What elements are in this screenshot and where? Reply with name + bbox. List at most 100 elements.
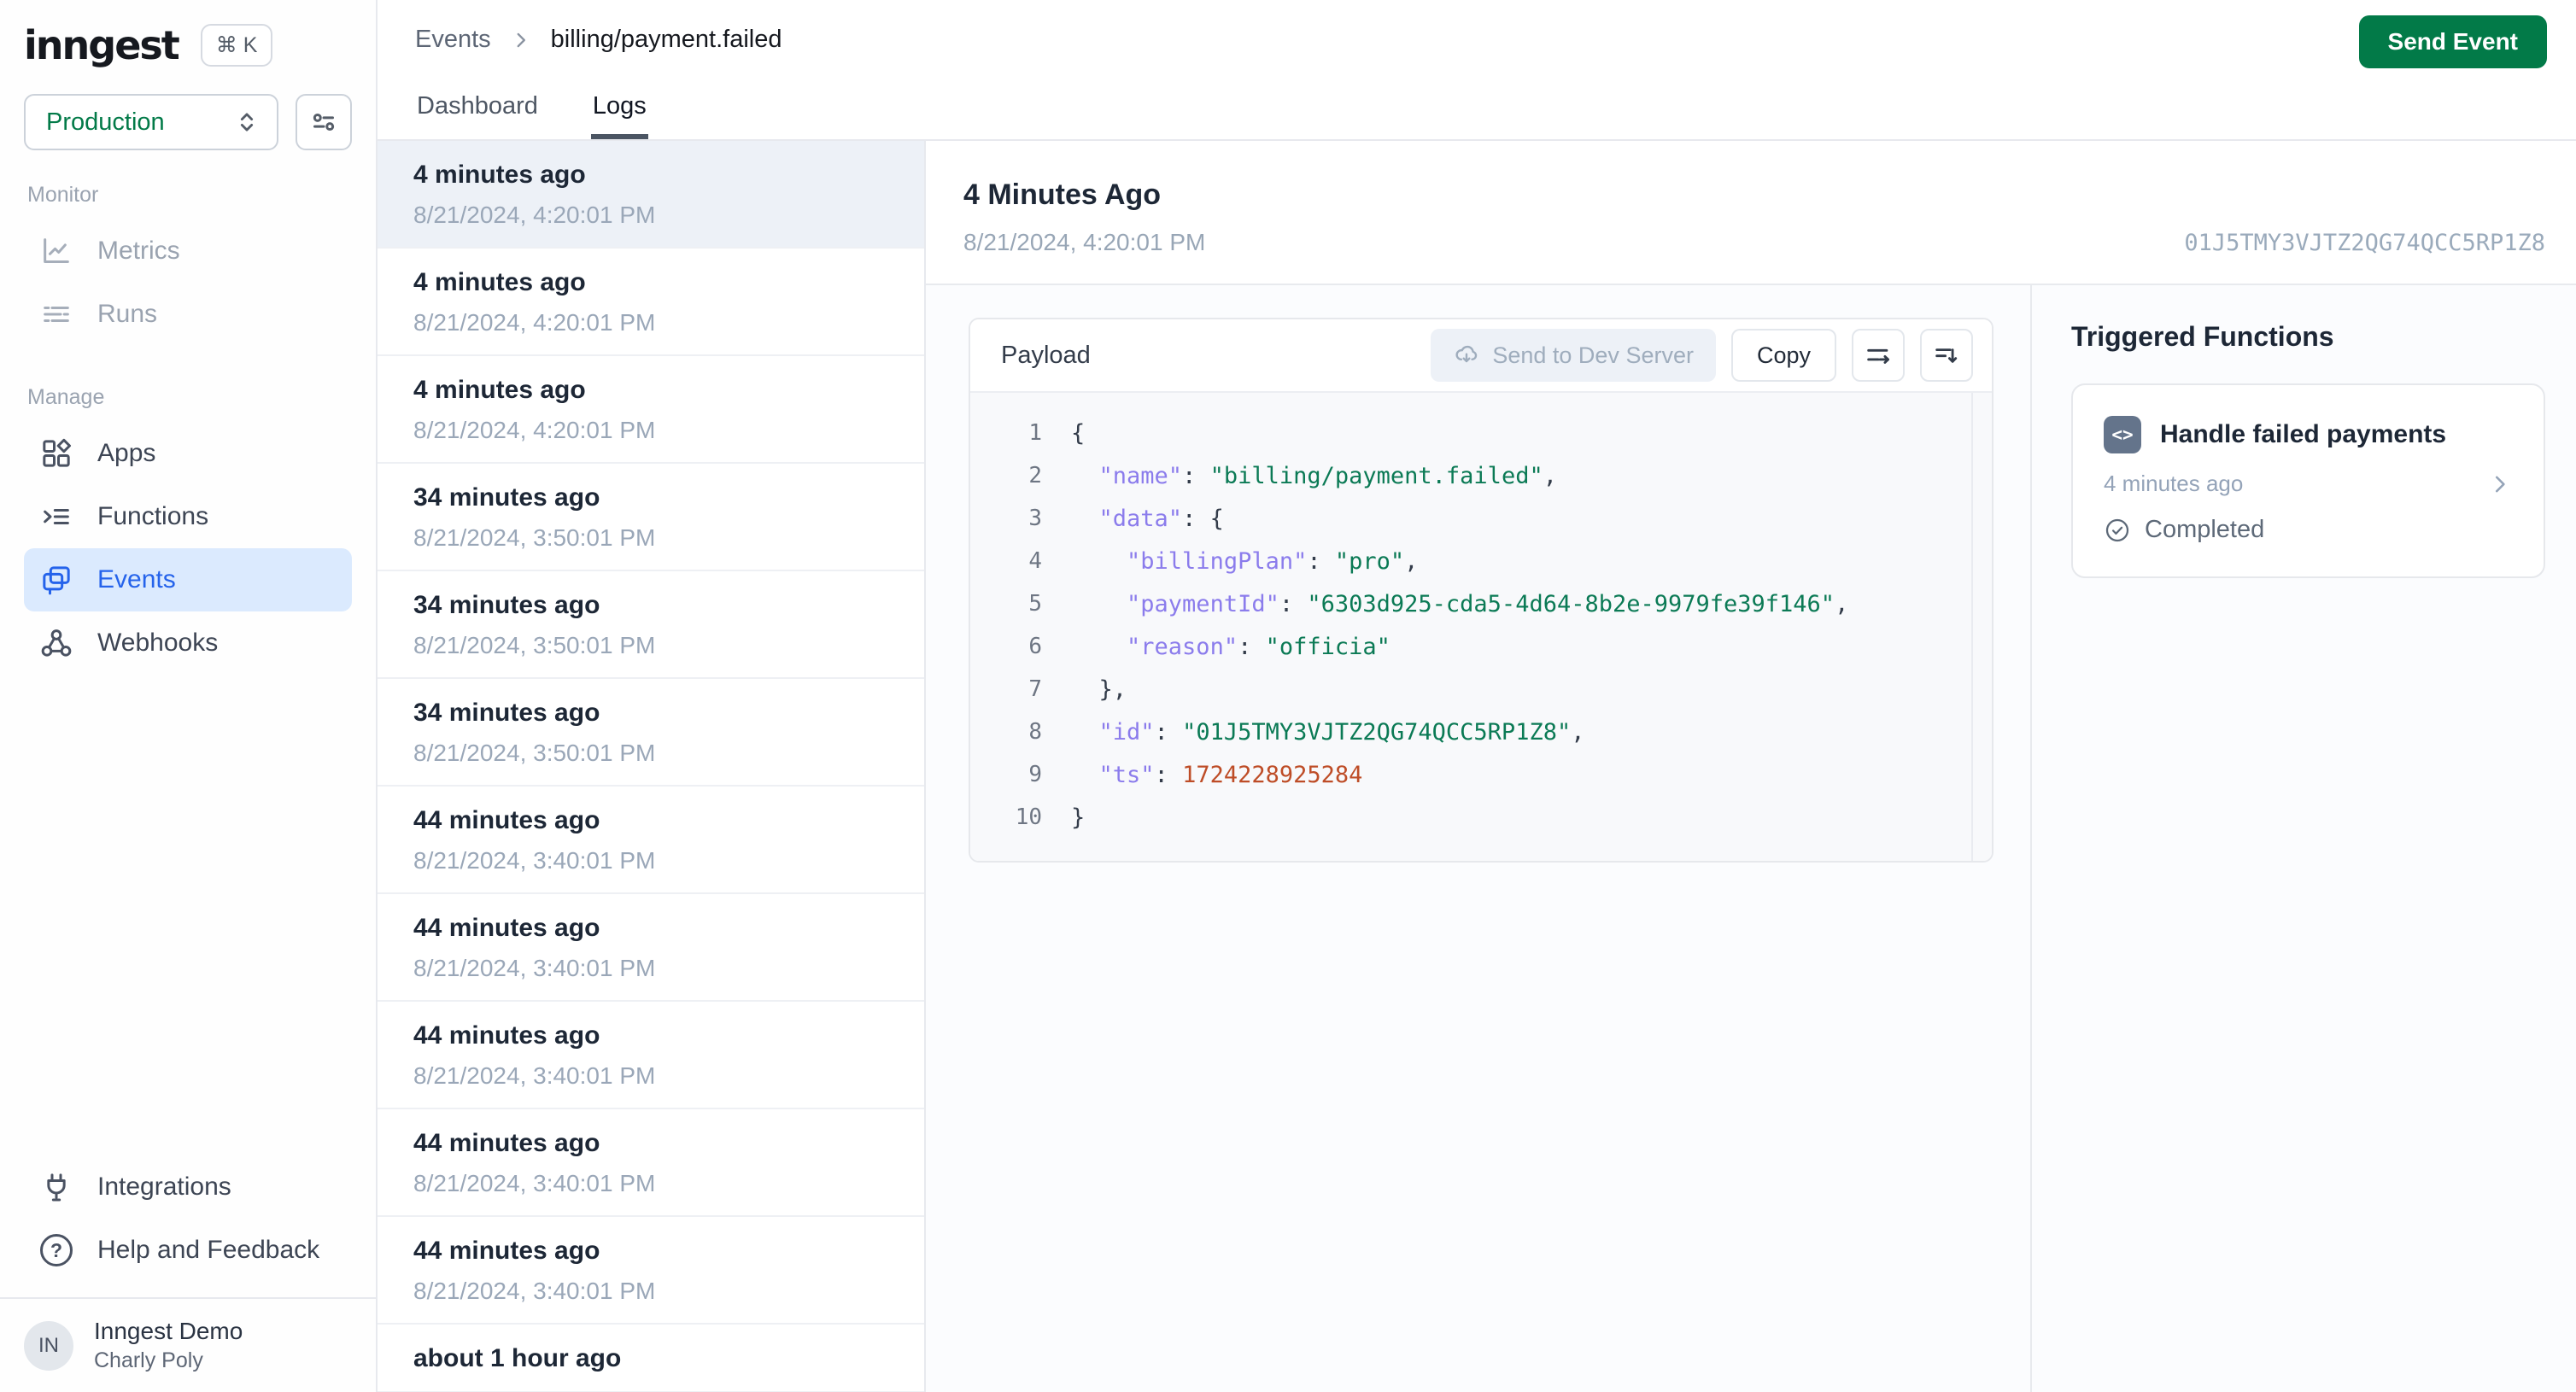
code-line: 2 "name": "billing/payment.failed", bbox=[970, 454, 1992, 497]
code-line: 7 }, bbox=[970, 668, 1992, 711]
event-list-item[interactable]: 44 minutes ago 8/21/2024, 3:40:01 PM bbox=[378, 1217, 924, 1325]
event-item-title: 34 minutes ago bbox=[413, 483, 600, 512]
event-list-item[interactable]: 34 minutes ago 8/21/2024, 3:50:01 PM bbox=[378, 571, 924, 679]
chevron-right-icon bbox=[2487, 471, 2513, 497]
sidebar-section-monitor: Monitor Metrics Runs bbox=[24, 183, 352, 346]
line-number: 3 bbox=[1028, 506, 1042, 531]
function-status-row: Completed bbox=[2104, 516, 2513, 544]
event-item-timestamp: 8/21/2024, 4:20:01 PM bbox=[413, 417, 656, 443]
code-line: 10} bbox=[970, 796, 1992, 839]
triggered-function-card[interactable]: <> Handle failed payments 4 minutes ago Com… bbox=[2071, 383, 2545, 578]
event-list-item[interactable]: 34 minutes ago 8/21/2024, 3:50:01 PM bbox=[378, 464, 924, 571]
triggered-functions-title: Triggered Functions bbox=[2071, 321, 2334, 352]
code-content: "ts": 1724228925284 bbox=[1098, 761, 1363, 788]
word-wrap-button[interactable] bbox=[1852, 329, 1905, 382]
event-item-timestamp: 8/21/2024, 3:40:01 PM bbox=[413, 1062, 656, 1089]
user-subtitle: Charly Poly bbox=[94, 1348, 203, 1372]
expand-payload-button[interactable] bbox=[1920, 329, 1973, 382]
webhooks-icon bbox=[39, 626, 73, 660]
send-event-button[interactable]: Send Event bbox=[2358, 15, 2547, 68]
avatar: IN bbox=[24, 1320, 73, 1371]
line-number: 2 bbox=[1028, 463, 1042, 488]
breadcrumb: Events billing/payment.failed bbox=[415, 26, 2576, 54]
expand-down-icon bbox=[1932, 341, 1961, 370]
event-item-title: 4 minutes ago bbox=[413, 268, 586, 296]
sidebar-item-label: Runs bbox=[97, 300, 158, 328]
function-run-time: 4 minutes ago bbox=[2104, 471, 2244, 496]
code-content: } bbox=[1071, 804, 1086, 831]
event-list-item[interactable]: 4 minutes ago 8/21/2024, 4:20:01 PM bbox=[378, 141, 924, 249]
line-number: 6 bbox=[1028, 634, 1042, 659]
command-k-shortcut-badge[interactable]: ⌘ K bbox=[200, 24, 273, 67]
event-detail-pane: 4 Minutes Ago 8/21/2024, 4:20:01 PM 01J5… bbox=[926, 141, 2576, 1392]
event-item-timestamp: 8/21/2024, 4:20:01 PM bbox=[413, 202, 656, 228]
event-list-item[interactable]: 44 minutes ago 8/21/2024, 3:40:01 PM bbox=[378, 1109, 924, 1217]
sidebar-item-label: Integrations bbox=[97, 1173, 231, 1201]
sidebar-item-label: Apps bbox=[97, 439, 156, 467]
function-name: Handle failed payments bbox=[2160, 420, 2447, 448]
sidebar-item-webhooks[interactable]: Webhooks bbox=[24, 611, 352, 675]
send-to-dev-server-button[interactable]: Send to Dev Server bbox=[1431, 329, 1716, 382]
sidebar-item-events[interactable]: Events bbox=[24, 548, 352, 611]
event-list-item[interactable]: 44 minutes ago 8/21/2024, 3:40:01 PM bbox=[378, 894, 924, 1002]
sidebar-item-integrations[interactable]: Integrations bbox=[24, 1155, 352, 1219]
events-icon bbox=[39, 563, 73, 597]
environment-settings-button[interactable] bbox=[296, 94, 352, 150]
sidebar-footer: Integrations ? Help and Feedback bbox=[0, 1155, 376, 1297]
breadcrumb-events-link[interactable]: Events bbox=[415, 26, 491, 54]
sidebar: inngest ⌘ K Production Monitor Metrics Run… bbox=[0, 0, 378, 1392]
sidebar-section-label: Manage bbox=[27, 385, 105, 409]
event-list-item[interactable]: about 1 hour ago bbox=[378, 1325, 924, 1392]
event-item-title: about 1 hour ago bbox=[413, 1344, 622, 1372]
event-item-timestamp: 8/21/2024, 3:40:01 PM bbox=[413, 1170, 656, 1196]
code-content: }, bbox=[1071, 676, 1127, 703]
line-number: 4 bbox=[1028, 548, 1042, 574]
triggered-functions-column: Triggered Functions <> Handle failed paym… bbox=[2032, 285, 2576, 1392]
line-number: 5 bbox=[1028, 591, 1042, 617]
event-item-timestamp: 8/21/2024, 3:50:01 PM bbox=[413, 632, 656, 658]
event-item-timestamp: 8/21/2024, 3:40:01 PM bbox=[413, 955, 656, 981]
breadcrumb-event-name: billing/payment.failed bbox=[550, 26, 782, 53]
environment-select-value: Production bbox=[46, 108, 165, 136]
sidebar-item-label: Metrics bbox=[97, 237, 180, 265]
line-number: 8 bbox=[1028, 719, 1042, 745]
sidebar-item-apps[interactable]: Apps bbox=[24, 422, 352, 485]
cloud-download-icon bbox=[1453, 342, 1480, 369]
sidebar-item-runs[interactable]: Runs bbox=[24, 283, 352, 346]
event-list-item[interactable]: 4 minutes ago 8/21/2024, 4:20:01 PM bbox=[378, 356, 924, 464]
event-occurrence-list: 4 minutes ago 8/21/2024, 4:20:01 PM 4 minu… bbox=[378, 141, 926, 1392]
user-menu[interactable]: IN Inngest Demo Charly Poly bbox=[0, 1297, 376, 1392]
event-item-timestamp: 8/21/2024, 3:50:01 PM bbox=[413, 740, 656, 766]
tab-dashboard[interactable]: Dashboard bbox=[415, 92, 540, 139]
copy-button[interactable]: Copy bbox=[1730, 329, 1836, 382]
event-item-timestamp: 8/21/2024, 3:50:01 PM bbox=[413, 524, 656, 551]
code-content: "billingPlan": "pro", bbox=[1127, 547, 1419, 575]
code-line: 9 "ts": 1724228925284 bbox=[970, 753, 1992, 796]
event-list-item[interactable]: 44 minutes ago 8/21/2024, 3:40:01 PM bbox=[378, 787, 924, 894]
code-line: 6 "reason": "officia" bbox=[970, 625, 1992, 668]
code-line: 1{ bbox=[970, 412, 1992, 454]
functions-icon bbox=[39, 500, 73, 534]
sidebar-section-manage: Manage Apps Functions Events Webhooks bbox=[24, 385, 352, 675]
event-item-timestamp: 8/21/2024, 3:40:01 PM bbox=[413, 847, 656, 874]
function-card-meta: 4 minutes ago bbox=[2104, 471, 2513, 497]
send-to-dev-server-label: Send to Dev Server bbox=[1492, 342, 1694, 368]
user-name: Inngest Demo bbox=[94, 1318, 243, 1344]
sidebar-item-metrics[interactable]: Metrics bbox=[24, 219, 352, 283]
event-list-item[interactable]: 44 minutes ago 8/21/2024, 3:40:01 PM bbox=[378, 1002, 924, 1109]
sidebar-item-help-and-feedback[interactable]: ? Help and Feedback bbox=[24, 1219, 352, 1282]
sidebar-item-functions[interactable]: Functions bbox=[24, 485, 352, 548]
runs-icon bbox=[39, 297, 73, 331]
event-item-title: 44 minutes ago bbox=[413, 914, 600, 942]
metrics-icon bbox=[39, 234, 73, 268]
environment-select[interactable]: Production bbox=[24, 94, 278, 150]
payload-card: Payload Send to Dev Server Copy 1 {2 "n… bbox=[969, 318, 1993, 863]
word-wrap-icon bbox=[1864, 341, 1893, 370]
payload-json-code[interactable]: 1{2 "name": "billing/payment.failed", 3 "… bbox=[970, 391, 1992, 861]
code-content: "data": { bbox=[1098, 505, 1224, 532]
event-list-item[interactable]: 34 minutes ago 8/21/2024, 3:50:01 PM bbox=[378, 679, 924, 787]
sidebar-item-label: Functions bbox=[97, 502, 209, 530]
event-list-item[interactable]: 4 minutes ago 8/21/2024, 4:20:01 PM bbox=[378, 249, 924, 356]
event-item-timestamp: 8/21/2024, 3:40:01 PM bbox=[413, 1278, 656, 1304]
tab-logs[interactable]: Logs bbox=[590, 92, 648, 139]
